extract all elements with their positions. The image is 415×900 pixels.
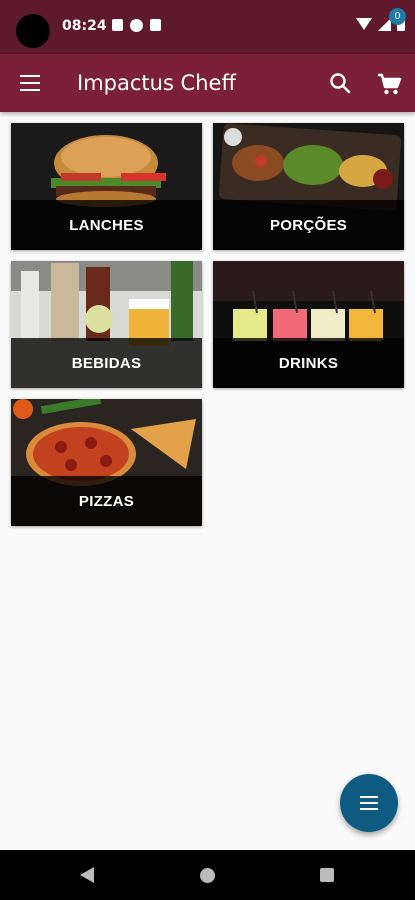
category-tile-drinks[interactable]: DRINKS: [213, 261, 404, 388]
category-label: LANCHES: [11, 200, 202, 250]
category-label: PIZZAS: [11, 476, 202, 526]
list-menu-icon: [360, 796, 378, 814]
notification-clipboard-icon: [150, 19, 161, 31]
notification-icons: [112, 19, 161, 32]
status-time: 08:24: [62, 18, 107, 34]
system-navigation-bar: [0, 850, 415, 900]
category-tile-bebidas[interactable]: BEBIDAS: [11, 261, 202, 388]
category-tile-pizzas[interactable]: PIZZAS: [11, 399, 202, 526]
app-bar: Impactus Cheff: [0, 54, 415, 112]
notification-f-icon: [130, 19, 143, 32]
search-icon[interactable]: [329, 72, 351, 94]
category-label: BEBIDAS: [11, 338, 202, 388]
category-tile-lanches[interactable]: LANCHES: [11, 123, 202, 250]
shopping-cart-icon[interactable]: [376, 71, 402, 97]
status-bar: 08:24: [0, 0, 415, 54]
category-label: PORÇÕES: [213, 200, 404, 250]
hamburger-menu-icon[interactable]: [20, 75, 40, 91]
app-title: Impactus Cheff: [77, 71, 236, 95]
recent-apps-icon[interactable]: [320, 868, 334, 882]
floating-action-button[interactable]: [340, 774, 398, 832]
cart-count-badge: 0: [389, 8, 406, 25]
home-icon[interactable]: [200, 868, 215, 883]
wifi-icon: [356, 18, 372, 30]
category-tile-porcoes[interactable]: PORÇÕES: [213, 123, 404, 250]
notification-a-icon: [112, 19, 123, 31]
back-icon[interactable]: [80, 867, 94, 883]
category-label: DRINKS: [213, 338, 404, 388]
camera-cutout: [16, 14, 50, 48]
